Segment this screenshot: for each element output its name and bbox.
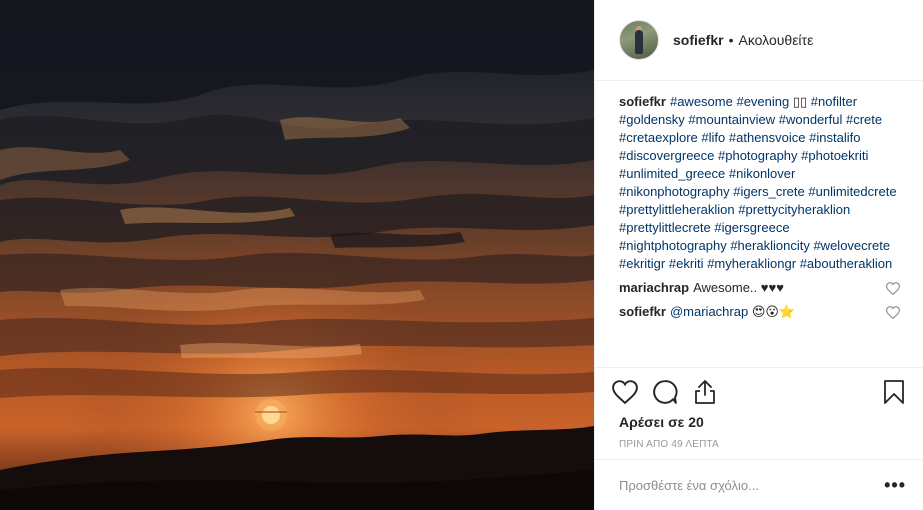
comment-username[interactable]: mariachrap xyxy=(619,280,689,295)
hashtag-link[interactable]: #lifo xyxy=(701,130,725,145)
comment-row: mariachrap Awesome.. ♥♥♥ xyxy=(619,279,901,297)
hashtag-link[interactable]: #aboutheraklion xyxy=(800,256,893,271)
post-header: sofiefkr • Ακολουθείτε xyxy=(595,0,923,81)
share-icon[interactable] xyxy=(685,372,725,412)
header-text: sofiefkr • Ακολουθείτε xyxy=(673,32,813,48)
add-comment-bar: ••• xyxy=(595,459,923,510)
hashtag-link[interactable]: #evening xyxy=(736,94,789,109)
hashtag-link[interactable]: #nofilter xyxy=(811,94,857,109)
heart-icon[interactable] xyxy=(885,282,901,296)
header-separator: • xyxy=(728,32,734,48)
hashtag-link[interactable]: #awesome xyxy=(670,94,733,109)
hashtag-link[interactable]: #athensvoice xyxy=(729,130,806,145)
comment-username[interactable]: sofiefkr xyxy=(619,304,666,319)
post-timestamp: ΠΡΙΝ ΑΠΟ 49 ΛΕΠΤΑ xyxy=(619,439,719,450)
hashtag-link[interactable]: #ekritigr xyxy=(619,256,665,271)
hashtag-link[interactable]: #nikonlover xyxy=(729,166,796,181)
post-side-panel: sofiefkr • Ακολουθείτε sofiefkr #awesome … xyxy=(594,0,923,510)
hashtag-link[interactable]: #cretaexplore xyxy=(619,130,698,145)
heart-icon[interactable] xyxy=(885,306,901,320)
hashtag-link[interactable]: #welovecrete xyxy=(813,238,890,253)
post-actions: Αρέσει σε 20 ΠΡΙΝ ΑΠΟ 49 ΛΕΠΤΑ xyxy=(595,367,923,459)
post-caption: sofiefkr #awesome #evening ▯▯ #nofilter #… xyxy=(619,93,900,273)
comment-text: 😍😮⭐ xyxy=(748,304,796,319)
comment-text: Awesome.. ♥♥♥ xyxy=(693,280,784,295)
hashtag-link[interactable]: #igers_crete xyxy=(733,184,805,199)
caption-username[interactable]: sofiefkr xyxy=(619,94,666,109)
hashtag-link[interactable]: #photography xyxy=(718,148,798,163)
hashtag-link[interactable]: #unlimited_greece xyxy=(619,166,725,181)
hashtag-link[interactable]: #instalifo xyxy=(809,130,860,145)
hashtag-link[interactable]: #photoekriti xyxy=(801,148,868,163)
hashtag-link[interactable]: #myherakliongr xyxy=(707,256,796,271)
sunset-image xyxy=(0,0,594,510)
caption-text: #awesome #evening ▯▯ #nofilter #goldensk… xyxy=(619,94,897,271)
likes-count[interactable]: Αρέσει σε 20 xyxy=(613,414,906,430)
comment-icon[interactable] xyxy=(645,372,685,412)
hashtag-link[interactable]: #prettylittlecrete xyxy=(619,220,711,235)
hashtag-link[interactable]: #unlimitedcrete xyxy=(808,184,896,199)
action-icons xyxy=(612,370,906,414)
caption-text-fragment: ▯▯ xyxy=(789,94,811,109)
avatar-figure-shape xyxy=(635,30,643,54)
avatar[interactable] xyxy=(619,20,659,60)
comment-input[interactable] xyxy=(619,477,885,493)
comments-section: sofiefkr #awesome #evening ▯▯ #nofilter #… xyxy=(595,81,923,367)
comment-mention[interactable]: @mariachrap xyxy=(670,304,748,319)
hashtag-link[interactable]: #crete xyxy=(846,112,882,127)
comment-row: sofiefkr @mariachrap 😍😮⭐ xyxy=(619,303,901,321)
hashtag-link[interactable]: #mountainview xyxy=(688,112,775,127)
heart-icon[interactable] xyxy=(605,372,645,412)
hashtag-link[interactable]: #goldensky xyxy=(619,112,685,127)
post-photo[interactable] xyxy=(0,0,594,510)
post-username[interactable]: sofiefkr xyxy=(673,32,724,48)
hashtag-link[interactable]: #wonderful xyxy=(779,112,843,127)
hashtag-link[interactable]: #prettylittleheraklion xyxy=(619,202,735,217)
more-options-icon[interactable]: ••• xyxy=(884,476,906,494)
bookmark-icon[interactable] xyxy=(874,372,914,412)
hashtag-link[interactable]: #igersgreece xyxy=(714,220,789,235)
following-button[interactable]: Ακολουθείτε xyxy=(738,32,813,48)
hashtag-link[interactable]: #nightphotography xyxy=(619,238,727,253)
hashtag-link[interactable]: #heraklioncity xyxy=(730,238,810,253)
hashtag-link[interactable]: #discovergreece xyxy=(619,148,714,163)
hashtag-link[interactable]: #prettycityheraklion xyxy=(738,202,850,217)
hashtag-link[interactable]: #ekriti xyxy=(669,256,704,271)
hashtag-link[interactable]: #nikonphotography xyxy=(619,184,730,199)
